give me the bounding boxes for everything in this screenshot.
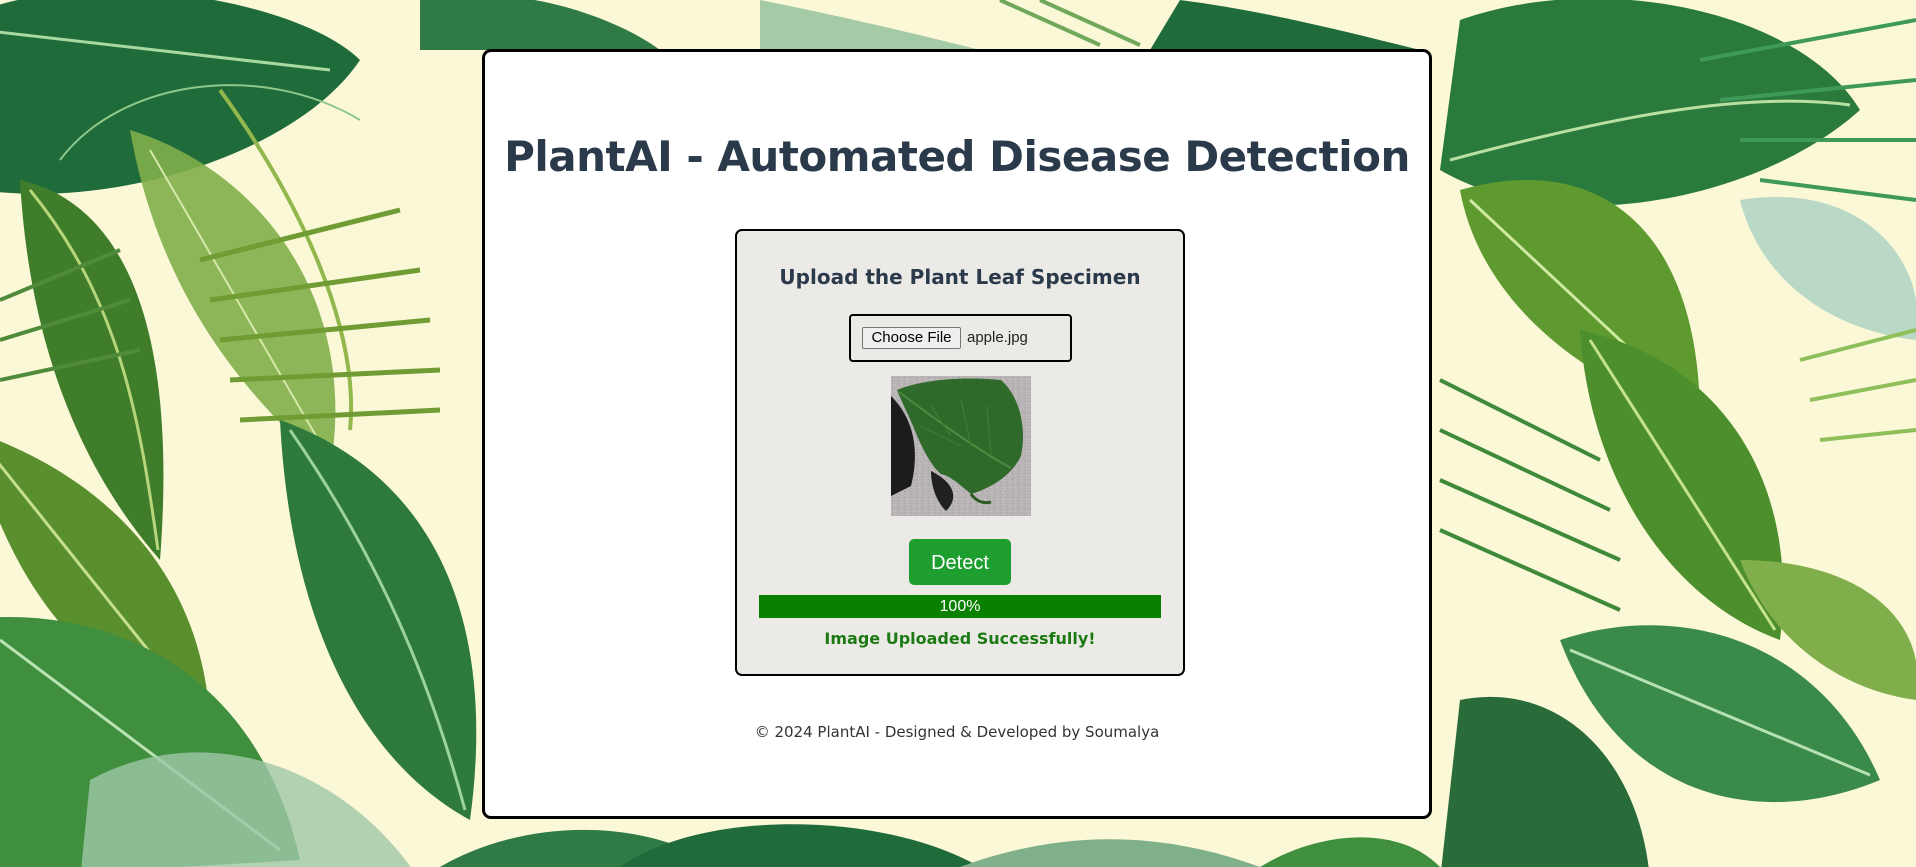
progress-percentage: 100% — [939, 598, 981, 615]
selected-file-name: apple.jpg — [967, 329, 1028, 346]
leaf-preview-image — [891, 376, 1031, 516]
upload-panel: Upload the Plant Leaf Specimen Choose Fi… — [735, 229, 1185, 676]
upload-status-message: Image Uploaded Successfully! — [824, 629, 1096, 648]
footer-copyright: © 2024 PlantAI - Designed & Developed by… — [754, 723, 1160, 741]
upload-progress-bar: 100% — [759, 595, 1161, 618]
upload-heading: Upload the Plant Leaf Specimen — [779, 265, 1141, 289]
main-card: PlantAI - Automated Disease Detection Up… — [482, 49, 1432, 819]
file-input[interactable]: Choose File apple.jpg — [849, 314, 1072, 362]
page-title: PlantAI - Automated Disease Detection — [504, 132, 1410, 181]
choose-file-button[interactable]: Choose File — [862, 327, 961, 349]
detect-button[interactable]: Detect — [909, 539, 1011, 585]
